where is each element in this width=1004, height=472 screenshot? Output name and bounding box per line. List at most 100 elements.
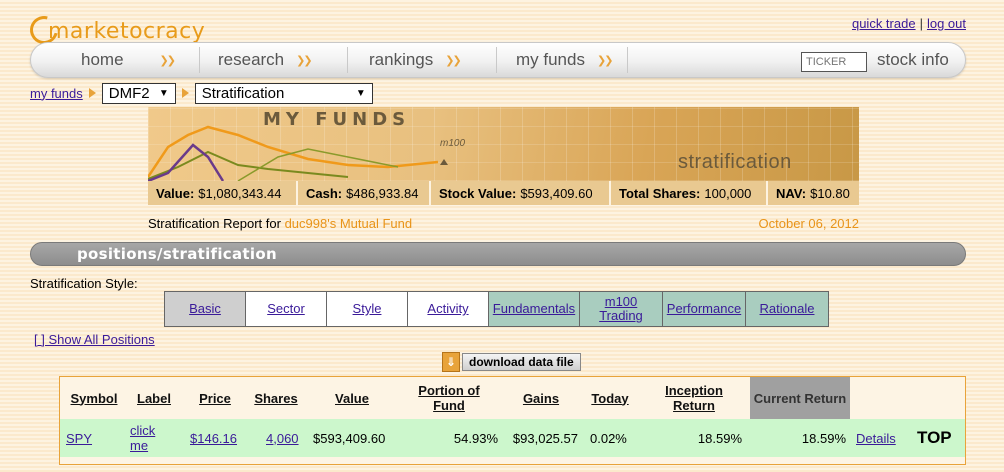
dropdown-triangle-icon: ▼ (355, 87, 366, 99)
cell-inception-return: 18.59% (697, 430, 742, 446)
chevron-down-icon: ❯❯ (159, 54, 177, 67)
report-title: Stratification Report for duc998's Mutua… (148, 216, 412, 231)
chevron-down-icon: ❯❯ (445, 54, 462, 67)
stat-cash: Cash: $486,933.84 (298, 181, 431, 205)
banner-subtitle: stratification (678, 151, 792, 173)
my-funds-banner: MY FUNDS m100 stratification (148, 107, 859, 181)
nav-divider (496, 47, 497, 73)
stat-nav-amount: $10.80 (810, 185, 850, 201)
nav-divider (627, 47, 628, 73)
cell-details[interactable]: Details (856, 419, 906, 457)
tab-rationale[interactable]: Rationale (745, 291, 829, 327)
cell-symbol[interactable]: SPY (66, 419, 106, 457)
fund-select[interactable]: DMF2 ▼ (101, 82, 176, 104)
table-row: SPY click me $146.16 4,060 $593,409.60 5… (60, 419, 965, 457)
report-date: October 06, 2012 (758, 216, 859, 231)
breadcrumb-arrow-icon (181, 88, 189, 98)
nav-research[interactable]: research ❯❯ (218, 43, 313, 77)
download-label: download data file (462, 353, 581, 371)
symbol-link[interactable]: SPY (66, 431, 92, 446)
col-price[interactable]: Price (190, 377, 240, 419)
fund-select-value: DMF2 (108, 84, 150, 102)
breadcrumb-my-funds-link[interactable]: my funds (30, 86, 83, 101)
cell-portion: 54.93% (453, 430, 498, 446)
nav-rankings[interactable]: rankings ❯❯ (369, 43, 462, 77)
stat-value: Value: $1,080,343.44 (148, 181, 298, 205)
cell-today: 0.02% (590, 430, 627, 446)
col-current-return[interactable]: Current Return (750, 377, 850, 419)
details-link[interactable]: Details (856, 431, 896, 446)
stock-info-button[interactable]: stock info (877, 43, 949, 77)
col-today[interactable]: Today (582, 377, 638, 419)
dropdown-triangle-icon: ▼ (158, 87, 169, 99)
section-header: positions/stratification (30, 242, 966, 266)
cell-value: $593,409.60 (313, 430, 386, 446)
report-fund-name: duc998's Mutual Fund (284, 216, 413, 231)
stratification-style-label: Stratification Style: (30, 276, 138, 291)
col-symbol[interactable]: Symbol (65, 377, 123, 419)
cell-shares[interactable]: 4,060 (266, 419, 306, 457)
stat-stock-value-label: Stock Value: (439, 185, 517, 201)
tab-activity[interactable]: Activity (407, 291, 489, 327)
view-select-value: Stratification (201, 84, 285, 102)
banner-m100-label: m100 (440, 138, 466, 149)
main-nav-bar: home ❯❯ research ❯❯ rankings ❯❯ my funds… (30, 42, 966, 78)
quick-trade-link[interactable]: quick trade (852, 16, 916, 31)
download-icon: ⇓ (442, 352, 460, 372)
chevron-down-icon: ❯❯ (296, 54, 313, 67)
stat-cash-label: Cash: (306, 185, 343, 201)
fund-stats-bar: Value: $1,080,343.44 Cash: $486,933.84 Sto… (148, 181, 859, 205)
tab-style[interactable]: Style (326, 291, 408, 327)
ticker-input[interactable] (801, 52, 867, 72)
tab-sector[interactable]: Sector (245, 291, 327, 327)
tab-performance[interactable]: Performance (662, 291, 746, 327)
col-gains[interactable]: Gains (512, 377, 570, 419)
stat-total-shares-amount: 100,000 (704, 185, 752, 201)
chevron-down-icon: ❯❯ (596, 54, 614, 67)
nav-divider (199, 47, 200, 73)
show-all-positions-link[interactable]: [ ] Show All Positions (34, 332, 155, 347)
stat-stock-value-amount: $593,409.60 (520, 185, 593, 201)
stat-stock-value: Stock Value: $593,409.60 (431, 181, 611, 205)
breadcrumb: my funds DMF2 ▼ Stratification ▼ (30, 82, 373, 104)
log-out-link[interactable]: log out (927, 16, 966, 31)
top-links-separator: | (919, 16, 923, 31)
top-badge: TOP (917, 428, 952, 447)
col-value[interactable]: Value (322, 377, 382, 419)
nav-home-label: home (81, 50, 124, 69)
report-prefix: Stratification Report for (148, 216, 281, 231)
view-select[interactable]: Stratification ▼ (194, 82, 373, 104)
section-title: positions/stratification (77, 245, 277, 263)
nav-research-label: research (218, 50, 285, 69)
stat-total-shares: Total Shares: 100,000 (611, 181, 768, 205)
cell-gains: $93,025.57 (512, 430, 578, 446)
nav-home[interactable]: home ❯❯ (81, 43, 177, 77)
stat-value-label: Value: (156, 185, 195, 201)
col-shares[interactable]: Shares (246, 377, 306, 419)
col-label[interactable]: Label (130, 377, 178, 419)
label-link[interactable]: click me (130, 423, 170, 453)
price-link[interactable]: $146.16 (190, 431, 237, 446)
tab-m100-trading[interactable]: m100 Trading (579, 291, 663, 327)
tab-basic[interactable]: Basic (164, 291, 246, 327)
nav-my-funds-label: my funds (516, 50, 585, 69)
shares-link[interactable]: 4,060 (266, 431, 299, 446)
cell-current-return: 18.59% (801, 430, 846, 446)
col-inception-return[interactable]: Inception Return (656, 377, 732, 419)
nav-my-funds[interactable]: my funds ❯❯ (516, 43, 614, 77)
cell-price[interactable]: $146.16 (190, 419, 250, 457)
banner-title: MY FUNDS (263, 109, 411, 130)
logo-text: marketocracy (48, 19, 206, 44)
positions-table: Symbol Label Price Shares Value Portion … (59, 376, 966, 465)
col-portion-of-fund[interactable]: Portion of Fund (410, 377, 488, 419)
stat-cash-amount: $486,933.84 (346, 185, 419, 201)
cell-label[interactable]: click me (130, 419, 170, 457)
download-data-file-button[interactable]: ⇓ download data file (442, 352, 581, 372)
nav-divider (347, 47, 348, 73)
stat-value-amount: $1,080,343.44 (198, 185, 282, 201)
tab-fundamentals[interactable]: Fundamentals (488, 291, 580, 327)
top-links: quick trade | log out (852, 16, 966, 31)
stat-total-shares-label: Total Shares: (619, 185, 701, 201)
stratification-tabs: Basic Sector Style Activity Fundamentals… (164, 291, 829, 327)
marketocracy-logo[interactable]: marketocracy (24, 8, 206, 50)
